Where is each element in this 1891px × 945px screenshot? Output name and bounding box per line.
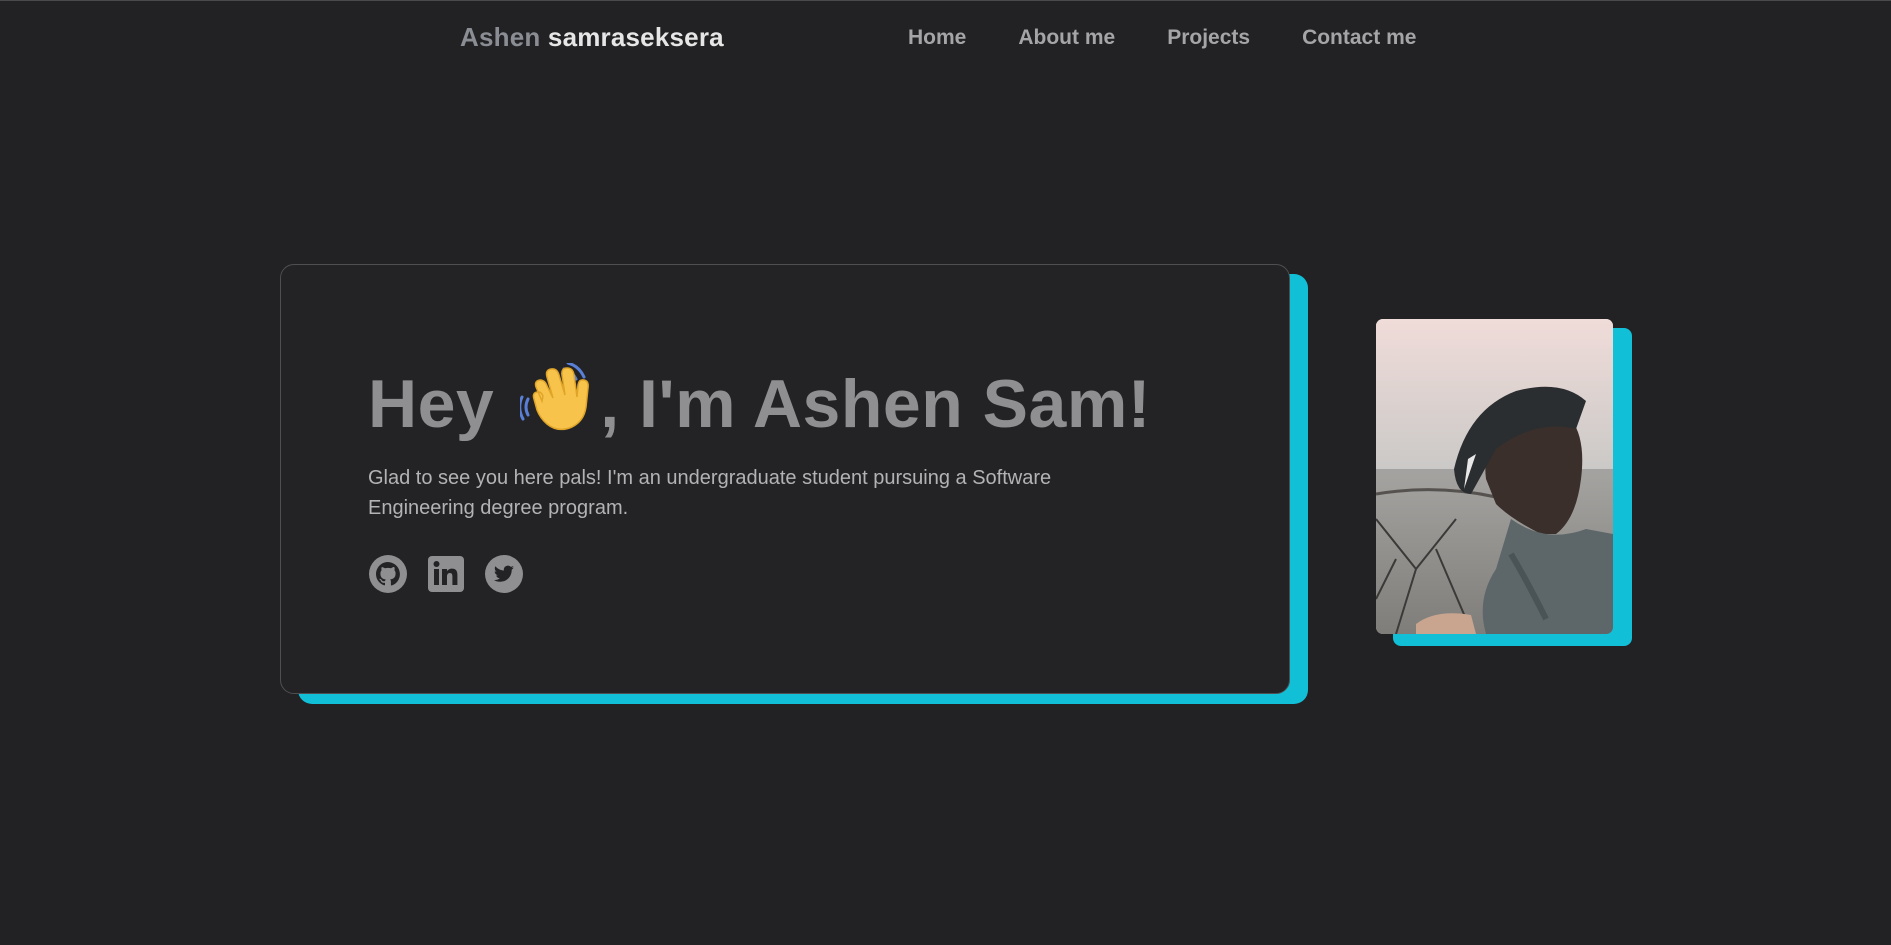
nav-home[interactable]: Home [908, 26, 966, 50]
hero-card: Hey , I'm Ashen Sam! Glad to see you her… [280, 264, 1290, 694]
brand-last-name: samraseksera [547, 22, 724, 52]
nav-about-me[interactable]: About me [1018, 26, 1115, 50]
waving-hand-icon [518, 361, 598, 433]
brand-logo[interactable]: Ashen samraseksera [460, 22, 724, 53]
linkedin-icon[interactable] [426, 554, 466, 594]
profile-photo [1376, 319, 1613, 634]
main-nav: Home About me Projects Contact me [908, 26, 1416, 50]
hero-title-name: , I'm Ashen Sam! [600, 366, 1151, 442]
nav-contact-me[interactable]: Contact me [1302, 26, 1416, 50]
twitter-icon[interactable] [484, 554, 524, 594]
hero-title-greeting: Hey [368, 366, 495, 442]
hero-title: Hey , I'm Ashen Sam! [368, 361, 1151, 443]
github-icon[interactable] [368, 554, 408, 594]
social-links [368, 554, 524, 594]
top-border [0, 0, 1891, 1]
hero-description: Glad to see you here pals! I'm an underg… [368, 467, 1052, 519]
nav-projects[interactable]: Projects [1167, 26, 1250, 50]
brand-first-name: Ashen [460, 22, 541, 52]
